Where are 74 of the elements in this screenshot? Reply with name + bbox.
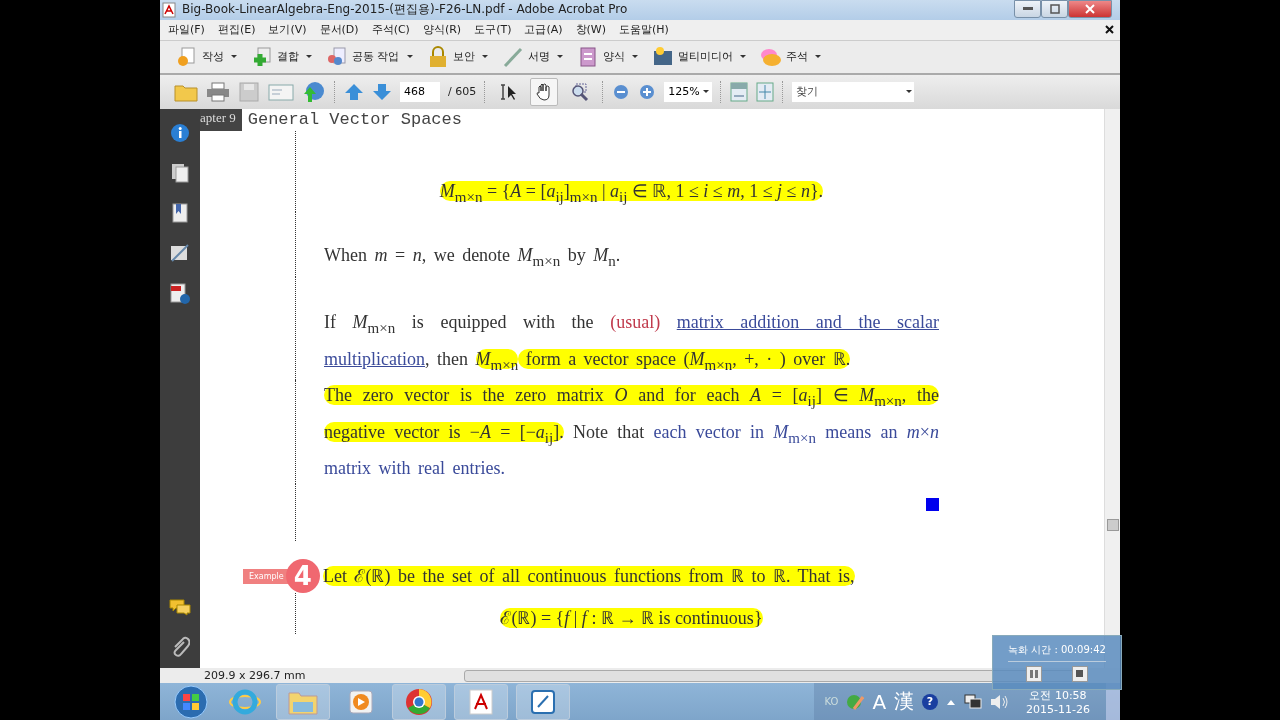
hand-tool-button[interactable]: [530, 77, 559, 106]
printer-icon[interactable]: [206, 81, 230, 102]
document-plus-icon: [251, 45, 273, 68]
menu-item[interactable]: 주석(C): [371, 22, 410, 38]
zoom-out-icon[interactable]: [612, 82, 631, 101]
toolbar-button[interactable]: 멀티미디어: [649, 45, 748, 68]
toolbar-button[interactable]: 양식: [574, 45, 640, 68]
down-arrow-icon[interactable]: [372, 81, 392, 102]
page-size: 209.9 x 296.7 mm: [203, 669, 307, 682]
pause-icon: [1030, 670, 1038, 678]
browser-icon: [404, 686, 434, 717]
taskbar-button[interactable]: [516, 683, 570, 720]
menu-item[interactable]: 보기(V): [268, 22, 307, 38]
minimize-icon: [1022, 7, 1033, 11]
help-button[interactable]: ?: [922, 693, 939, 710]
globe-icon[interactable]: [302, 80, 326, 103]
close-icon[interactable]: [1105, 25, 1114, 35]
magnifier-icon: [570, 81, 591, 102]
recording-time: 녹화 시간 : 00:09:42: [1008, 643, 1106, 662]
restore-button[interactable]: [1041, 0, 1068, 18]
window-title: Big-Book-LinearAlgebra-Eng-2015-(편집용)-F26-LN.pdf - Adobe Acrobat Pro: [182, 1, 628, 19]
signature-icon[interactable]: [170, 242, 190, 263]
pause-button[interactable]: [1026, 666, 1042, 682]
menu-item[interactable]: 문서(D): [319, 22, 359, 38]
find-field[interactable]: 찾기: [792, 81, 901, 102]
dropdown-button[interactable]: [900, 81, 915, 102]
pages-icon[interactable]: [171, 162, 189, 183]
start-button[interactable]: [174, 684, 208, 719]
close-button[interactable]: [1068, 0, 1112, 18]
menu-item[interactable]: 도구(T): [474, 22, 512, 38]
paragraph: When m = n, we denote M$_{m×n}$ by M$_{n}$.: [324, 244, 622, 272]
menu-item[interactable]: 파일(F): [168, 22, 205, 38]
toolbar-button[interactable]: 결합: [249, 45, 314, 68]
pdf-icon: [466, 686, 496, 717]
menu-item[interactable]: 도움말(H): [619, 22, 669, 38]
toolbar-button[interactable]: 주석: [757, 45, 823, 68]
fit-width-icon[interactable]: [730, 81, 749, 102]
taskbar-button[interactable]: [392, 683, 446, 720]
toolbar-button[interactable]: 서명: [499, 45, 565, 68]
toolbar-button[interactable]: 공동 작업: [324, 45, 415, 68]
comments-icon[interactable]: [169, 598, 191, 616]
paragraph: Let ℰ(ℝ) be the set of all continuous functions from ℝ to ℝ. That is,: [323, 565, 856, 589]
restore-icon: [1049, 4, 1060, 14]
toolbar-button[interactable]: 보안: [424, 45, 490, 68]
info-icon[interactable]: [170, 122, 190, 143]
attachment-document-icon[interactable]: [170, 282, 190, 305]
close-icon: [1084, 4, 1096, 14]
menu-item[interactable]: 고급(A): [524, 22, 563, 38]
document-people-icon: [326, 45, 348, 68]
menu-item[interactable]: 창(W): [575, 22, 607, 38]
speaker-icon[interactable]: [990, 693, 1011, 710]
pen-icon: [501, 45, 524, 68]
network-icon[interactable]: [964, 693, 983, 710]
page-count: / 605: [448, 85, 477, 99]
zoom-in-icon[interactable]: [638, 82, 657, 101]
stop-button[interactable]: [1072, 666, 1088, 682]
zoom-field[interactable]: 125%: [664, 81, 713, 102]
bookmark-icon[interactable]: [171, 202, 189, 223]
end-of-proof-mark: [926, 498, 939, 512]
menu-item[interactable]: 편집(E): [217, 22, 256, 38]
chapter-title: General Vector Spaces: [247, 110, 462, 130]
toolbar-button[interactable]: 작성: [174, 45, 239, 68]
example-tag: Example: [243, 568, 290, 584]
pdf-icon: [162, 2, 176, 18]
minimize-button[interactable]: [1014, 0, 1041, 18]
example-number: 4: [285, 559, 320, 594]
math-formula: ℰ(ℝ) = {f | f : ℝ → ℝ is continuous}: [499, 607, 764, 631]
stop-icon: [1076, 670, 1084, 678]
film-icon: [651, 45, 674, 68]
up-arrow-icon[interactable]: [344, 81, 364, 102]
page-number-field[interactable]: 468: [400, 81, 440, 102]
text-cursor-icon: [498, 81, 519, 102]
taskbar-button[interactable]: [454, 683, 508, 720]
menu-item[interactable]: 양식(R): [422, 22, 462, 38]
